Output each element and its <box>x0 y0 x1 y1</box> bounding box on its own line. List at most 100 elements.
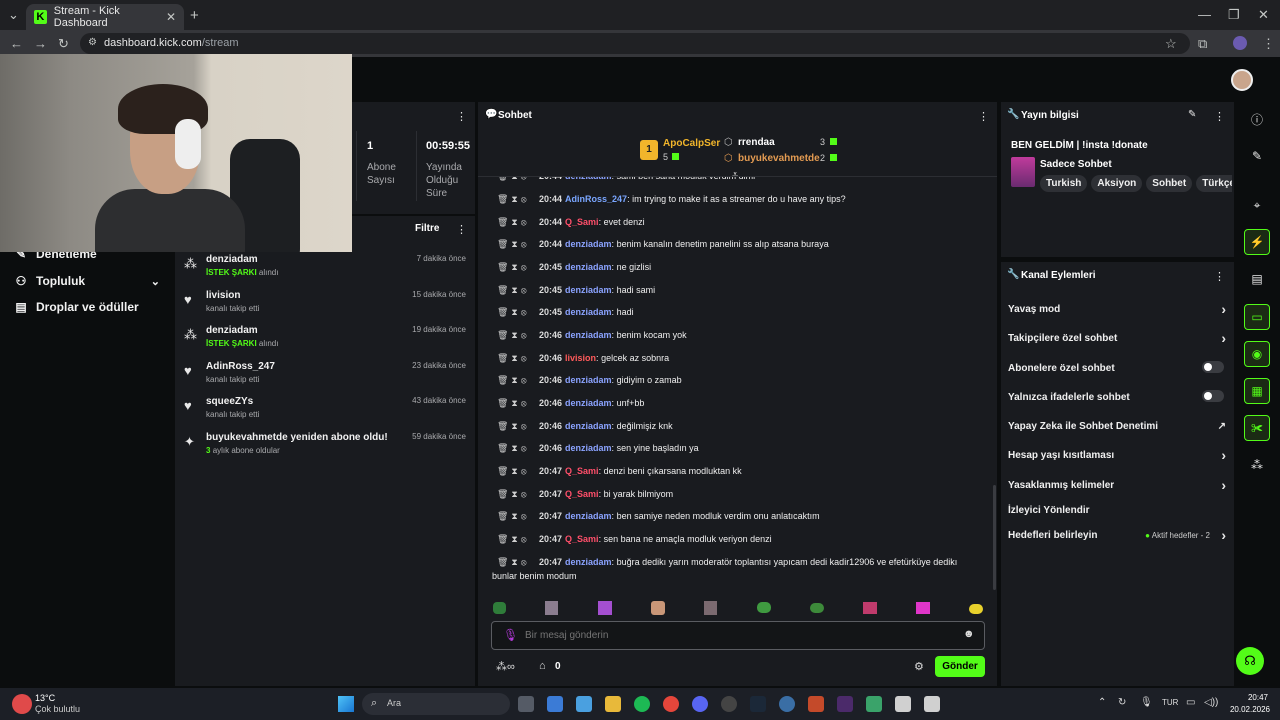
sidebar-item-drops[interactable]: ▤ Droplar ve ödüller <box>14 300 138 314</box>
emote-icon[interactable] <box>916 602 930 614</box>
obs-icon[interactable] <box>721 696 737 712</box>
emote-icon[interactable] <box>545 601 558 615</box>
chat-scrollbar[interactable] <box>993 485 996 590</box>
forward-icon[interactable]: → <box>34 37 47 50</box>
activity-user[interactable]: squeeZYs <box>206 396 253 407</box>
tools-icon[interactable]: ✀ <box>1244 415 1270 441</box>
activity-user[interactable]: AdinRoss_247 <box>206 361 275 372</box>
filter-button[interactable]: Filtre <box>415 223 439 234</box>
message-username[interactable]: denziadam <box>565 421 612 431</box>
send-button[interactable]: Gönder <box>935 656 985 677</box>
back-icon[interactable]: ← <box>10 37 23 50</box>
site-info-icon[interactable]: ⚙ <box>88 38 97 48</box>
ai-moderation-item[interactable]: Yapay Zeka ile Sohbet Denetimi ↗ <box>1008 421 1226 432</box>
slow-mode-item[interactable]: Yavaş mod › <box>1008 301 1226 317</box>
close-tab-icon[interactable]: ✕ <box>166 10 176 24</box>
message-username[interactable]: denziadam <box>565 262 612 272</box>
reload-icon[interactable]: ↻ <box>58 37 69 50</box>
chat-menu-icon[interactable]: ⋮ <box>978 110 989 123</box>
emoji-icon[interactable]: ☻ <box>963 628 975 640</box>
emote-icon[interactable] <box>598 601 612 615</box>
chat-settings-gear-icon[interactable]: ⚙ <box>914 660 924 673</box>
maximize-icon[interactable]: ❐ <box>1228 8 1240 21</box>
emote-icon[interactable] <box>810 603 824 613</box>
stream-info-menu-icon[interactable]: ⋮ <box>1214 110 1225 123</box>
emote-icon[interactable] <box>704 601 717 615</box>
emote-icon[interactable] <box>651 601 665 615</box>
user-avatar[interactable] <box>1231 69 1253 91</box>
mod-tools-icon[interactable]: 🗑⧗⊗ <box>497 353 539 364</box>
weather-icon[interactable] <box>12 694 32 714</box>
message-username[interactable]: livision <box>565 353 596 363</box>
app-icon[interactable] <box>779 696 795 712</box>
mod-tools-icon[interactable]: 🗑⧗⊗ <box>497 489 539 500</box>
mod-tools-icon[interactable]: 🗑⧗⊗ <box>497 217 539 228</box>
emote-only-toggle[interactable] <box>1202 390 1224 402</box>
discord-icon[interactable] <box>692 696 708 712</box>
mod-tools-icon[interactable]: 🗑⧗⊗ <box>497 285 539 296</box>
message-username[interactable]: denziadam <box>565 557 612 567</box>
photos-icon[interactable] <box>576 696 592 712</box>
network-icon[interactable]: ▭ <box>1186 697 1195 708</box>
message-username[interactable]: Q_Sami <box>565 217 599 227</box>
mod-tools-icon[interactable]: 🗑⧗⊗ <box>497 466 539 477</box>
app-icon[interactable] <box>808 696 824 712</box>
volume-icon[interactable]: ◁)) <box>1204 697 1218 708</box>
chat-input-box[interactable]: 🎙 ☻ <box>491 621 985 650</box>
message-username[interactable]: denziadam <box>565 177 612 181</box>
taskbar-search[interactable]: ⌕ Ara <box>362 693 510 715</box>
mod-tools-icon[interactable]: 🗑⧗⊗ <box>497 557 539 568</box>
activity-user[interactable]: denziadam <box>206 325 258 336</box>
tag-chip[interactable]: Aksiyon <box>1091 175 1143 192</box>
emote-icon[interactable] <box>493 602 506 614</box>
info-icon[interactable]: ⓘ <box>1244 106 1270 132</box>
store-icon[interactable]: ⌂ <box>539 660 546 672</box>
mod-tools-icon[interactable]: 🗑⧗⊗ <box>497 307 539 318</box>
pencil-icon[interactable]: ✎ <box>1244 143 1270 169</box>
message-username[interactable]: denziadam <box>565 307 612 317</box>
mod-tools-icon[interactable]: 🗑⧗⊗ <box>497 443 539 454</box>
chat-message-input[interactable] <box>525 627 945 644</box>
activity-user[interactable]: livision <box>206 290 240 301</box>
mod-tools-icon[interactable]: 🗑⧗⊗ <box>497 421 539 432</box>
mod-tools-icon[interactable]: 🗑⧗⊗ <box>497 375 539 386</box>
app-icon[interactable] <box>837 696 853 712</box>
message-username[interactable]: denziadam <box>565 443 612 453</box>
category-thumbnail[interactable] <box>1011 157 1035 187</box>
document-icon[interactable]: ▤ <box>1244 266 1270 292</box>
message-username[interactable]: denziadam <box>565 375 612 385</box>
emote-icon[interactable] <box>863 602 877 614</box>
app-icon[interactable] <box>866 696 882 712</box>
tray-chevron-icon[interactable]: ⌃ <box>1098 697 1106 708</box>
mod-tools-icon[interactable]: 🗑⧗⊗ <box>497 511 539 522</box>
sidebar-item-community[interactable]: ⚇ Topluluk ⌄ <box>14 274 160 288</box>
points-icon[interactable]: ⁂∞ <box>496 660 515 673</box>
stream-category[interactable]: Sadece Sohbet <box>1040 159 1112 170</box>
leaderboard-second-user[interactable]: rrendaa <box>738 137 775 148</box>
message-username[interactable]: denziadam <box>565 239 612 249</box>
menu-dots-icon[interactable]: ⋮ <box>1262 37 1275 50</box>
task-view-icon[interactable] <box>518 696 534 712</box>
mod-tools-icon[interactable]: 🗑⧗⊗ <box>497 534 539 545</box>
activity-menu-icon[interactable]: ⋮ <box>456 223 467 236</box>
tag-chip[interactable]: Sohbet <box>1146 175 1193 192</box>
browser-tab[interactable]: K Stream - Kick Dashboard ✕ <box>26 4 184 30</box>
leaderboard-first-user[interactable]: ApoCalpSer <box>663 138 720 149</box>
help-chat-button[interactable]: ☊ <box>1236 647 1264 675</box>
layout-icon[interactable]: ▦ <box>1244 378 1270 404</box>
mod-tools-icon[interactable]: 🗑⧗⊗ <box>497 239 539 250</box>
account-age-item[interactable]: Hesap yaşı kısıtlaması › <box>1008 447 1226 463</box>
microphone-icon[interactable]: 🎙 <box>503 628 518 642</box>
bookmark-star-icon[interactable]: ☆ <box>1165 37 1177 50</box>
message-username[interactable]: denziadam <box>565 511 612 521</box>
microphone-tray-icon[interactable]: 🎙 <box>1140 697 1153 708</box>
message-username[interactable]: AdinRoss_247 <box>565 194 627 204</box>
windows-start-icon[interactable] <box>338 696 354 712</box>
tab-search-icon[interactable]: ⌄ <box>8 8 19 21</box>
file-explorer-icon[interactable] <box>605 696 621 712</box>
message-username[interactable]: denziadam <box>565 285 612 295</box>
mod-tools-icon[interactable]: 🗑⧗⊗ <box>497 194 539 205</box>
message-username[interactable]: denziadam <box>565 398 612 408</box>
app-icon[interactable] <box>547 696 563 712</box>
share-icon[interactable]: ⁂ <box>1244 452 1270 478</box>
